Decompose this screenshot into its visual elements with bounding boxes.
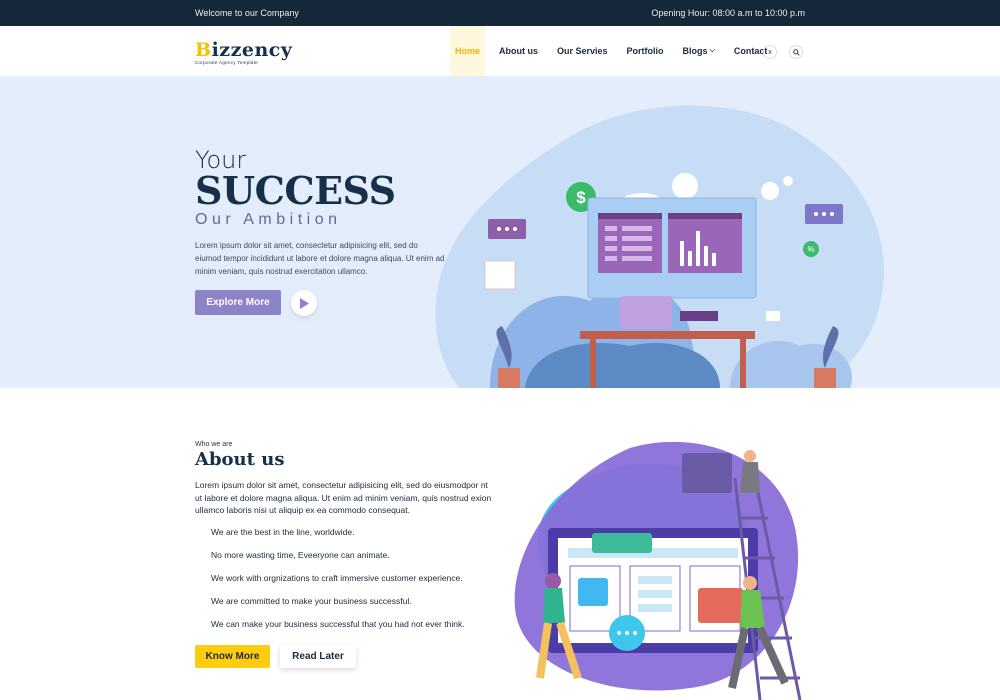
desk [580, 331, 755, 339]
know-more-button[interactable]: Know More [195, 645, 270, 668]
close-icon[interactable]: x [763, 45, 777, 59]
illustration-percent-sign: % [807, 245, 814, 254]
brand-initial: B [195, 39, 212, 61]
chevron-down-icon: ⌵ [709, 47, 715, 54]
play-video-button[interactable] [291, 290, 317, 316]
list-item: We work with orgnizations to craft immer… [211, 573, 463, 583]
puzzle-piece-top [682, 453, 732, 493]
nav-item-blogs[interactable]: Blogs ⌵ [683, 26, 715, 76]
brand-name: izzency [211, 39, 293, 61]
nav-item-about[interactable]: About us [499, 26, 538, 76]
hero-illustration: $ % [435, 105, 884, 388]
nav-item-services[interactable]: Our Servies [557, 26, 608, 76]
hero-description: Lorem ipsum dolor sit amet, consectetur … [195, 241, 445, 276]
brand-logo[interactable]: Bizzency Corporate Agency Template [195, 39, 292, 65]
plant-pot-right [814, 368, 836, 388]
hero-headline: SUCCESS [195, 168, 396, 213]
person-right-head [743, 576, 757, 590]
nav-item-portfolio[interactable]: Portfolio [627, 26, 664, 76]
explore-more-button[interactable]: Explore More [195, 290, 281, 315]
nav-item-blogs-label: Blogs [682, 46, 708, 56]
puzzle-piece-red [698, 588, 743, 623]
about-illustration [514, 441, 802, 700]
list-item: No more wasting time, Eveeryone can anim… [211, 550, 390, 560]
hero-subheadline: Our Ambition [195, 211, 342, 228]
list-item: We are the best in the line, worldwide. [211, 527, 355, 537]
person-left-head [545, 573, 561, 589]
puzzle-piece-blue [578, 578, 608, 606]
person-top-head [744, 450, 756, 462]
nav-item-home[interactable]: Home [450, 26, 486, 76]
nav-menu: Home About us Our Servies Portfolio Blog… [450, 26, 786, 76]
list-item: We are committed to make your business s… [211, 596, 412, 606]
about-feature-list: We are the best in the line, worldwide. … [211, 527, 465, 642]
person-left-body [543, 588, 565, 623]
hero-section: Your SUCCESS Our Ambition Lorem ipsum do… [0, 76, 1000, 388]
document-card [484, 260, 516, 290]
about-section: Who we are About us Lorem ipsum dolor si… [0, 388, 1000, 700]
opening-hours-text: Opening Hour: 08:00 a.m to 10:00 p.m [651, 8, 805, 18]
illustration-moon [672, 173, 698, 199]
main-navbar: Bizzency Corporate Agency Template Home … [0, 26, 1000, 76]
mail-card [766, 311, 780, 321]
illustration-dollar-sign: $ [576, 188, 586, 207]
top-bar: Welcome to our Company Opening Hour: 08:… [0, 0, 1000, 26]
read-later-button[interactable]: Read Later [280, 645, 356, 668]
search-icon[interactable] [789, 45, 803, 59]
laptop [620, 296, 672, 329]
list-item: We can make your business successful tha… [211, 619, 465, 629]
about-description: Lorem ipsum dolor sit amet, consectetur … [195, 480, 492, 515]
welcome-text: Welcome to our Company [195, 8, 299, 18]
about-title: About us [195, 449, 285, 470]
about-eyebrow: Who we are [195, 441, 233, 448]
plant-pot-left [498, 368, 520, 388]
chat-bubble-top [592, 533, 652, 553]
play-icon [300, 297, 309, 309]
